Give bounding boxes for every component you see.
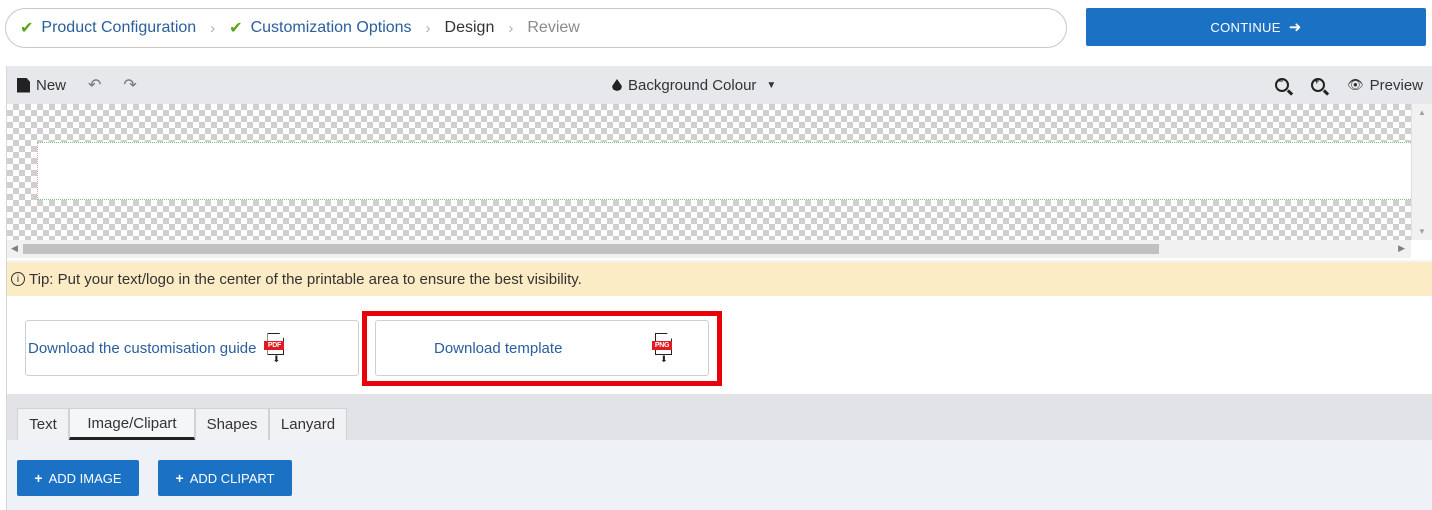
highlight-box xyxy=(362,311,722,386)
scroll-right-icon[interactable]: ▶ xyxy=(1398,243,1405,254)
chevron-right-icon: › xyxy=(210,19,216,37)
downloads-section: Download the customisation guide PDF ⬇ D… xyxy=(7,296,1432,394)
add-clipart-button[interactable]: + ADD CLIPART xyxy=(158,460,292,496)
eye-icon: 👁 xyxy=(1347,77,1364,92)
color-drop-icon xyxy=(612,79,622,91)
step-label: Customization Options xyxy=(250,19,412,36)
scrollbar-thumb[interactable] xyxy=(23,244,1159,254)
step-label: Design xyxy=(444,19,495,36)
scroll-down-icon[interactable]: ▼ xyxy=(1418,227,1426,236)
undo-icon[interactable]: ↶ xyxy=(88,75,101,95)
continue-label: CONTINUE xyxy=(1210,19,1281,35)
zoom-in-icon[interactable] xyxy=(1311,76,1326,92)
caret-down-icon: ▼ xyxy=(766,79,777,91)
progress-stepper: ✔ Product Configuration › ✔ Customizatio… xyxy=(5,8,1067,48)
tool-tabs: Text Image/Clipart Shapes Lanyard xyxy=(7,394,1432,440)
tip-banner: i Tip: Put your text/logo in the center … xyxy=(7,262,1432,296)
background-colour-dropdown[interactable]: Background Colour ▼ xyxy=(612,66,776,104)
plus-icon: + xyxy=(34,470,43,486)
background-colour-label: Background Colour xyxy=(628,76,757,94)
new-button[interactable]: New xyxy=(17,77,66,94)
horizontal-scrollbar[interactable]: ◀ ▶ xyxy=(7,240,1411,258)
tab-lanyard[interactable]: Lanyard xyxy=(269,408,347,440)
tab-text[interactable]: Text xyxy=(17,408,69,440)
preview-button[interactable]: 👁 Preview xyxy=(1347,77,1423,94)
vertical-scrollbar[interactable]: ▲ ▼ xyxy=(1411,104,1432,240)
new-label: New xyxy=(36,76,67,94)
add-image-button[interactable]: + ADD IMAGE xyxy=(17,460,139,496)
design-canvas-viewport: ▲ ▼ ◀ ▶ xyxy=(7,104,1432,260)
scroll-left-icon[interactable]: ◀ xyxy=(11,243,18,254)
zoom-out-icon[interactable] xyxy=(1275,76,1290,92)
design-canvas[interactable] xyxy=(7,104,1411,240)
scroll-up-icon[interactable]: ▲ xyxy=(1418,108,1426,117)
new-document-icon xyxy=(17,77,30,93)
download-guide-label: Download the customisation guide xyxy=(28,339,257,357)
tab-shapes[interactable]: Shapes xyxy=(195,408,269,440)
plus-icon: + xyxy=(175,470,184,486)
tip-text: Tip: Put your text/logo in the center of… xyxy=(29,270,582,288)
step-label: Product Configuration xyxy=(41,19,197,36)
continue-button[interactable]: CONTINUE ➜ xyxy=(1086,8,1426,46)
step-design: Design xyxy=(445,19,495,37)
design-editor: New ↶ ↷ Background Colour ▼ 👁 Preview ▲ … xyxy=(6,66,1432,510)
check-icon: ✔ xyxy=(20,20,34,37)
check-icon: ✔ xyxy=(229,20,243,37)
step-review: Review xyxy=(527,19,579,37)
printable-area[interactable] xyxy=(37,142,1411,200)
step-product-configuration[interactable]: ✔ Product Configuration xyxy=(20,18,196,38)
redo-icon[interactable]: ↷ xyxy=(123,75,136,95)
chevron-right-icon: › xyxy=(508,19,514,37)
pdf-file-icon: PDF ⬇ xyxy=(264,333,288,364)
chevron-right-icon: › xyxy=(425,19,431,37)
tab-panel-image-clipart: + ADD IMAGE + ADD CLIPART xyxy=(7,440,1432,510)
arrow-right-icon: ➜ xyxy=(1288,19,1302,36)
tab-image-clipart[interactable]: Image/Clipart xyxy=(69,408,195,440)
step-customization-options[interactable]: ✔ Customization Options xyxy=(229,18,411,38)
download-guide-button[interactable]: Download the customisation guide PDF ⬇ xyxy=(25,320,359,376)
add-image-label: ADD IMAGE xyxy=(48,470,122,486)
add-clipart-label: ADD CLIPART xyxy=(189,470,275,486)
preview-label: Preview xyxy=(1369,76,1423,94)
info-icon: i xyxy=(11,272,25,286)
editor-toolbar: New ↶ ↷ Background Colour ▼ 👁 Preview xyxy=(7,66,1432,104)
step-label: Review xyxy=(527,19,580,36)
